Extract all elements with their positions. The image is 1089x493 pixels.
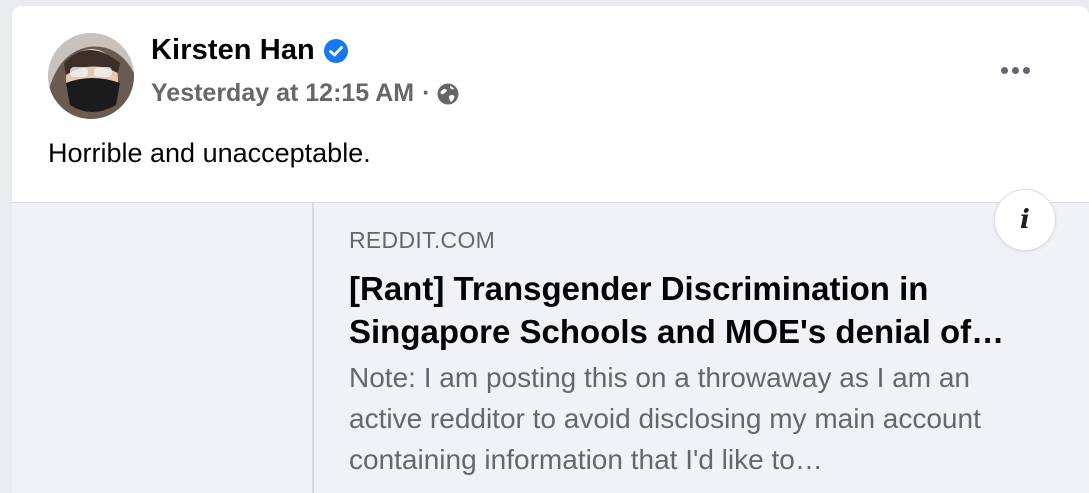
post-text: Horrible and unacceptable.	[48, 138, 371, 168]
link-preview[interactable]: REDDIT.COM [Rant] Transgender Discrimina…	[12, 189, 1089, 493]
author-row: Kirsten Han	[151, 34, 349, 67]
link-description: Note: I am posting this on a throwaway a…	[349, 362, 981, 475]
verified-badge-icon	[323, 38, 349, 64]
info-glyph: i	[1020, 205, 1030, 235]
link-thumbnail[interactable]	[12, 203, 314, 493]
avatar[interactable]	[48, 33, 134, 119]
meta-separator: ·	[422, 79, 431, 107]
avatar-image	[48, 33, 134, 119]
link-title[interactable]: [Rant] Transgender Discrimination in Sin…	[349, 267, 1059, 353]
post-meta: Yesterday at 12:15 AM ·	[151, 79, 460, 108]
post-card: Kirsten Han Yesterday at 12:15 AM · Horr…	[12, 6, 1089, 493]
author-name[interactable]: Kirsten Han	[151, 34, 315, 67]
globe-icon[interactable]	[436, 82, 460, 106]
link-domain: REDDIT.COM	[349, 227, 496, 253]
info-icon[interactable]: i	[994, 189, 1056, 251]
post-timestamp[interactable]: Yesterday at 12:15 AM	[151, 79, 414, 108]
more-options-icon[interactable]	[990, 56, 1040, 84]
